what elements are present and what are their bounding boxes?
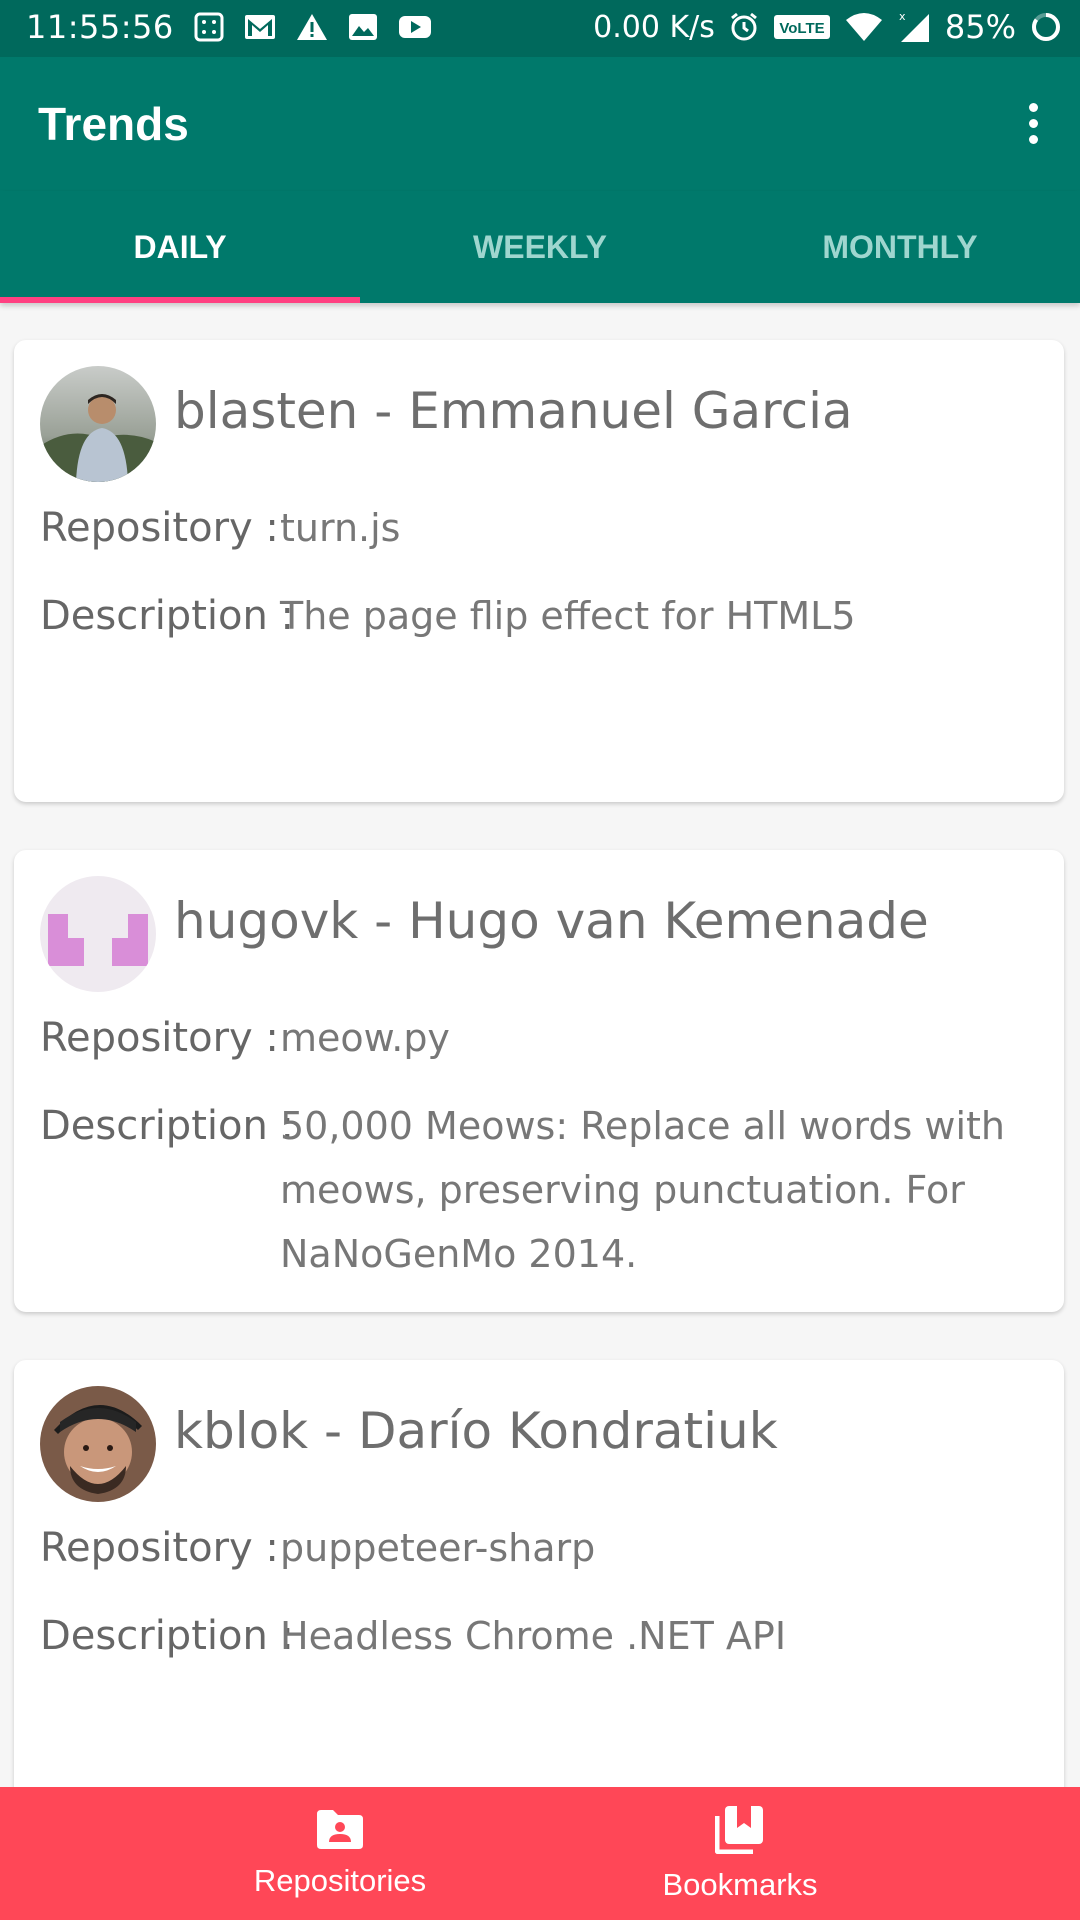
card-title: blasten - Emmanuel Garcia (174, 382, 853, 440)
repo-card[interactable]: kblok - Darío Kondratiuk Repository : pu… (14, 1360, 1064, 1822)
tab-weekly[interactable]: WEEKLY (360, 191, 720, 303)
battery-percent: 85% (944, 8, 1016, 46)
net-speed: 0.00 K/s (593, 9, 715, 45)
card-title: hugovk - Hugo van Kemenade (174, 892, 929, 950)
repository-value: turn.js (280, 506, 401, 550)
avatar (40, 366, 156, 482)
youtube-icon (398, 14, 432, 40)
description-row: Description : Headless Chrome .NET API (40, 1604, 1050, 1668)
avatar (40, 1386, 156, 1502)
repository-label: Repository : (40, 1525, 279, 1571)
nav-repositories-label: Repositories (253, 1863, 427, 1898)
status-bar: 11:55:56 0.00 K/s VoLTE x 85% (0, 0, 1080, 57)
description-label: Description : (40, 1613, 295, 1659)
repository-label: Repository : (40, 1015, 279, 1061)
description-label: Description : (40, 593, 295, 639)
app-bar: Trends (0, 57, 1080, 191)
tab-monthly[interactable]: MONTHLY (720, 191, 1080, 303)
description-value: The page flip effect for HTML5 (280, 594, 856, 638)
description-row: Description : The page flip effect for H… (40, 584, 1050, 648)
battery-ring-icon (1030, 11, 1062, 43)
nav-bookmarks-label: Bookmarks (662, 1867, 818, 1902)
nav-repositories[interactable]: Repositories (180, 1787, 500, 1920)
repository-row: Repository : meow.py (40, 1006, 1050, 1070)
repository-label: Repository : (40, 505, 279, 551)
repository-row: Repository : turn.js (40, 496, 1050, 560)
notification-icons (194, 12, 432, 42)
repository-value: puppeteer-sharp (280, 1526, 596, 1570)
svg-text:VoLTE: VoLTE (779, 20, 824, 37)
description-value: 50,000 Meows: Replace all words with meo… (280, 1104, 1005, 1276)
avatar (40, 876, 156, 992)
svg-text:x: x (899, 10, 906, 23)
folder-account-icon (315, 1808, 365, 1855)
repository-row: Repository : puppeteer-sharp (40, 1516, 1050, 1580)
repo-card[interactable]: hugovk - Hugo van Kemenade Repository : … (14, 850, 1064, 1312)
status-time: 11:55:56 (26, 8, 174, 46)
description-value: Headless Chrome .NET API (280, 1614, 787, 1658)
status-right: 0.00 K/s VoLTE x 85% (593, 8, 1062, 46)
image-icon (348, 13, 378, 41)
bottom-nav: Repositories Bookmarks (0, 1787, 1080, 1920)
signal-icon: x (897, 10, 931, 44)
repository-value: meow.py (280, 1016, 450, 1060)
gmail-icon (244, 14, 276, 40)
warning-icon (296, 13, 328, 41)
calculator-icon (194, 12, 224, 42)
wifi-icon (845, 12, 883, 42)
description-label: Description : (40, 1103, 295, 1149)
tab-indicator (0, 297, 360, 303)
volte-icon: VoLTE (773, 14, 831, 40)
nav-bookmarks[interactable]: Bookmarks (580, 1787, 900, 1920)
repo-card[interactable]: blasten - Emmanuel Garcia Repository : t… (14, 340, 1064, 802)
description-row: Description : 50,000 Meows: Replace all … (40, 1094, 1050, 1286)
page-title: Trends (38, 98, 189, 150)
status-left: 11:55:56 (26, 8, 432, 46)
tab-daily[interactable]: DAILY (0, 191, 360, 303)
more-vert-icon[interactable] (1008, 93, 1058, 153)
tab-bar: DAILY WEEKLY MONTHLY (0, 191, 1080, 303)
bookmarks-stack-icon (714, 1804, 765, 1859)
alarm-icon (729, 12, 759, 42)
card-title: kblok - Darío Kondratiuk (174, 1402, 778, 1460)
